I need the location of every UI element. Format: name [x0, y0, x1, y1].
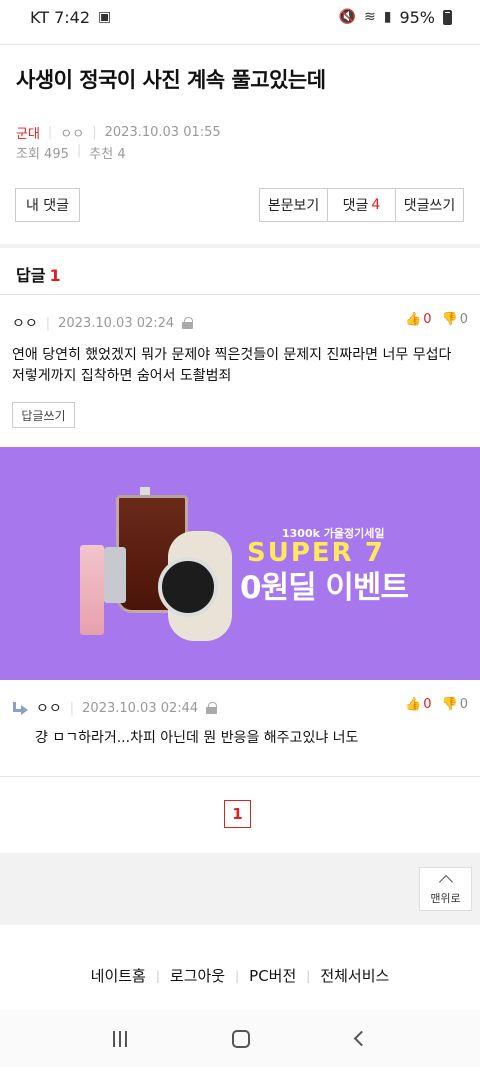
- post-datetime: 2023.10.03 01:55: [104, 125, 221, 140]
- downvote-button[interactable]: 👎 0: [442, 312, 468, 327]
- scroll-to-top-button[interactable]: 맨위로: [419, 867, 472, 911]
- lipstick-image: [80, 545, 104, 635]
- footer-link-logout[interactable]: 로그아웃: [160, 965, 235, 986]
- header-divider: [0, 44, 480, 45]
- upvote-button[interactable]: 👍 0: [405, 312, 431, 327]
- meta-separator: |: [76, 143, 82, 158]
- comment-author: ㅇㅇ: [12, 316, 38, 332]
- comment-text: 연애 당연히 했었겠지 뭐가 문제야 찍은것들이 문제지 진짜라면 너무 무섭다…: [12, 347, 452, 384]
- comments-button[interactable]: 댓글 4: [328, 189, 396, 221]
- recents-icon-bar: [118, 1030, 121, 1047]
- recommend-count: 추천 4: [89, 147, 126, 162]
- comment-datetime: 2023.10.03 02:24: [58, 315, 175, 331]
- gallery-icon: ▣: [98, 9, 112, 25]
- replies-label: 답글: [16, 266, 46, 285]
- reply-meta: ㅇㅇ | 2023.10.03 02:44: [12, 698, 218, 718]
- downvote-count: 0: [459, 697, 468, 712]
- comments-end-divider: [0, 776, 480, 777]
- thumbs-down-icon: 👎: [441, 312, 458, 327]
- replies-heading: 답글 1: [16, 262, 61, 286]
- meta-separator: |: [45, 315, 51, 331]
- write-comment-label: 댓글쓰기: [403, 198, 456, 214]
- board-name[interactable]: 군대: [16, 123, 40, 142]
- battery-icon: [443, 9, 452, 25]
- status-bar: KT 7:42 ▣ 🔇 ≋ ▮ 95%: [0, 0, 480, 34]
- carrier-time: KT 7:42: [30, 7, 91, 27]
- my-comments-button[interactable]: 내 댓글: [15, 188, 80, 222]
- post-stats: 조회 495 | 추천 4: [16, 143, 126, 162]
- comment-meta: ㅇㅇ | 2023.10.03 02:24: [12, 313, 194, 333]
- replies-count: 1: [49, 266, 61, 285]
- wifi-icon: ≋: [363, 9, 376, 25]
- watch-face-image: [158, 557, 218, 617]
- footer-link-nate-home[interactable]: 네이트홈: [81, 965, 156, 986]
- footer-gray-band: [0, 853, 480, 925]
- lock-icon: [182, 317, 194, 329]
- view-body-button[interactable]: 본문보기: [260, 189, 328, 221]
- downvote-count: 0: [459, 312, 468, 327]
- downvote-button[interactable]: 👎 0: [442, 697, 468, 712]
- thumbs-up-icon: 👍: [405, 697, 422, 712]
- scroll-to-top-label: 맨위로: [430, 891, 461, 905]
- recents-icon-bar: [124, 1030, 127, 1047]
- recents-icon-bar: [112, 1030, 115, 1047]
- reply-text: 걍 ㅁㄱ하라거...차피 아닌데 뭔 반응을 해주고있냐 너도: [35, 730, 359, 746]
- reply-write-button[interactable]: 답글쓰기: [12, 402, 75, 428]
- section-divider: [0, 244, 480, 248]
- comment-votes: 👍 0 👎 0: [405, 312, 468, 327]
- back-button[interactable]: [353, 1030, 370, 1047]
- lipstick-cap-image: [104, 547, 126, 603]
- replies-divider: [0, 294, 480, 295]
- page-number-current[interactable]: 1: [224, 800, 251, 828]
- thumbs-down-icon: 👎: [441, 697, 458, 712]
- post-action-buttons: 본문보기 댓글 4 댓글쓰기: [259, 188, 464, 222]
- comment-author: ㅇㅇ: [36, 701, 62, 717]
- footer-link-all-services[interactable]: 전체서비스: [310, 965, 399, 986]
- android-nav-bar: [0, 1010, 480, 1067]
- signal-icon: ▮: [383, 9, 392, 25]
- home-button[interactable]: [232, 1029, 251, 1048]
- recents-button[interactable]: [112, 1030, 127, 1047]
- view-body-label: 본문보기: [267, 198, 320, 214]
- mute-icon: 🔇: [338, 9, 356, 25]
- ad-headline-2: 0원딜 이벤트: [240, 570, 409, 606]
- meta-separator: |: [69, 700, 75, 716]
- thumbs-up-icon: 👍: [405, 312, 422, 327]
- upvote-count: 0: [423, 312, 432, 327]
- post-title: 사생이 정국이 사진 계속 풀고있는데: [16, 68, 326, 92]
- comment-datetime: 2023.10.03 02:44: [82, 700, 199, 716]
- upvote-button[interactable]: 👍 0: [405, 697, 431, 712]
- footer-links: 네이트홈 | 로그아웃 | PC버전 | 전체서비스: [0, 965, 480, 986]
- battery-percent: 95%: [399, 7, 435, 27]
- comments-label: 댓글: [342, 198, 369, 214]
- reply-arrow-icon: [12, 702, 28, 715]
- meta-separator: |: [92, 125, 97, 140]
- post-meta: 군대 | ㅇㅇ | 2023.10.03 01:55: [16, 123, 221, 142]
- post-author: ㅇㅇ: [60, 127, 85, 142]
- write-comment-button[interactable]: 댓글쓰기: [396, 189, 463, 221]
- comments-count: 4: [371, 197, 381, 213]
- view-count: 조회 495: [16, 147, 69, 162]
- meta-separator: |: [47, 125, 53, 140]
- upvote-count: 0: [423, 697, 432, 712]
- ad-banner[interactable]: 1300k 가을정기세일 SUPER 7 0원딜 이벤트: [0, 447, 480, 680]
- chevron-up-icon: [438, 874, 453, 889]
- reply-votes: 👍 0 👎 0: [405, 697, 468, 712]
- lock-icon: [206, 702, 218, 714]
- footer-link-pc-version[interactable]: PC버전: [239, 965, 306, 986]
